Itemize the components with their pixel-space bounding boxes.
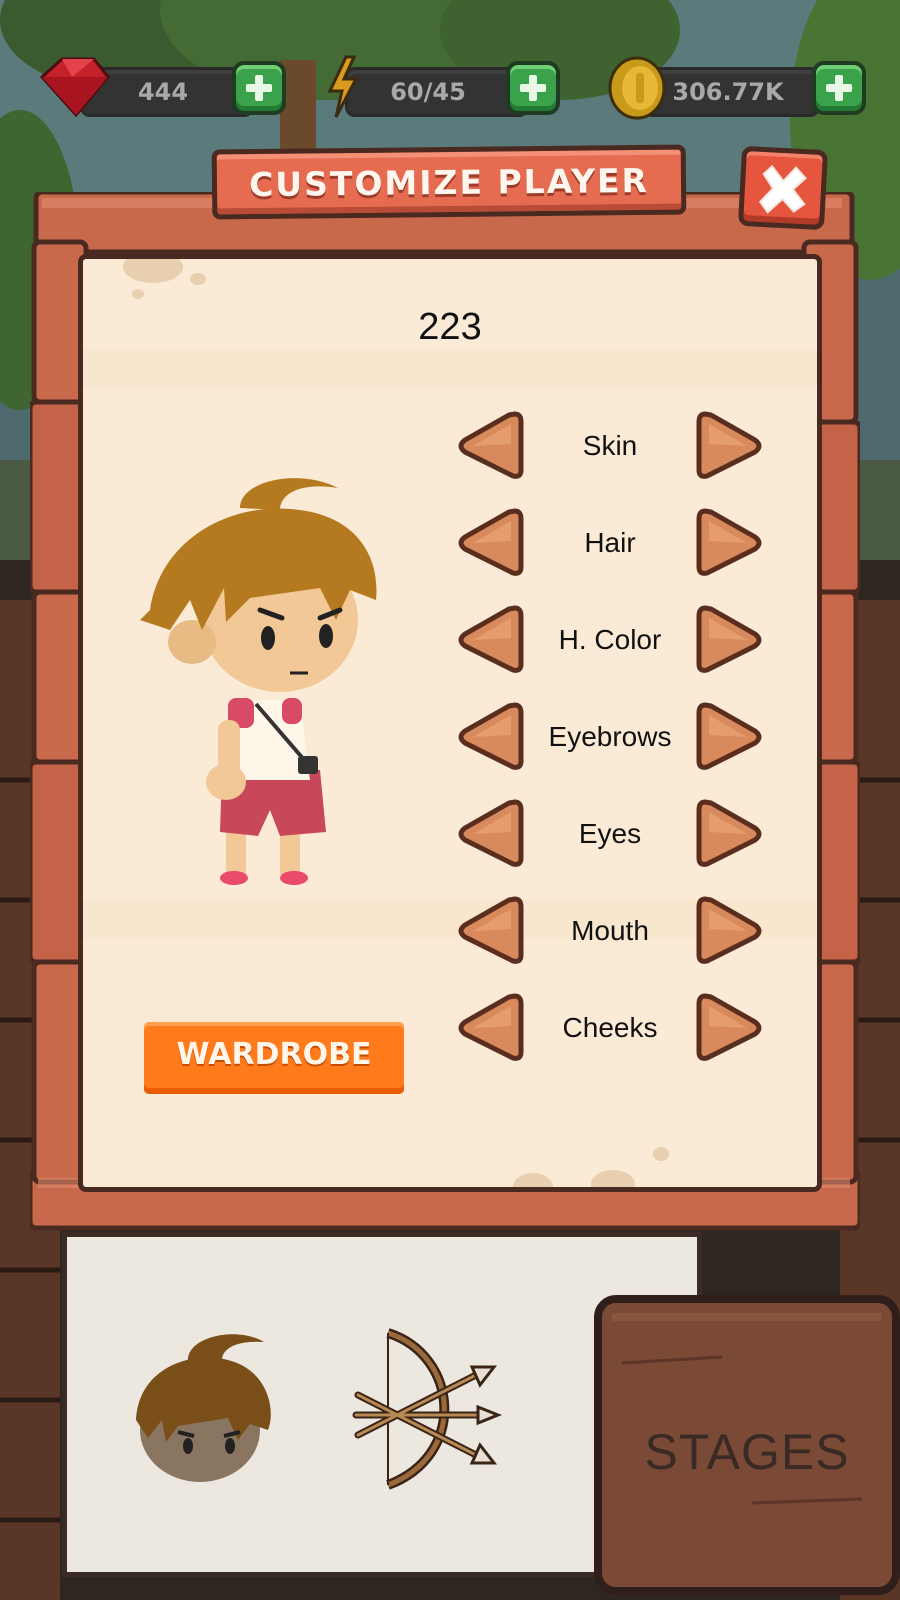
skin-next-button[interactable] (695, 410, 765, 482)
character-head-button[interactable] (118, 1330, 278, 1490)
mouth-next-button[interactable] (695, 895, 765, 967)
hair-label: Hair (584, 527, 636, 558)
option-row-eyebrows: Eyebrows (455, 701, 765, 781)
coins-value: 306.77K (672, 78, 784, 106)
player-score: 223 (418, 306, 482, 348)
cheeks-next-button[interactable] (695, 992, 765, 1064)
hair-color-prev-button[interactable] (455, 604, 525, 676)
wardrobe-button[interactable]: WARDROBE (144, 1022, 404, 1094)
coin-icon (608, 56, 666, 120)
close-icon (758, 164, 807, 214)
bow-arrows-icon[interactable] (348, 1325, 508, 1495)
stages-label: STAGES (644, 1424, 850, 1480)
coins-counter: 306.77K (642, 67, 820, 117)
energy-counter: 60/45 (345, 67, 529, 117)
lightning-icon (327, 55, 359, 118)
stages-button[interactable]: STAGES (594, 1295, 900, 1595)
option-row-hair: Hair (455, 507, 765, 587)
skin-prev-button[interactable] (455, 410, 525, 482)
option-row-eyes: Eyes (455, 798, 765, 878)
option-row-skin: Skin (455, 410, 765, 490)
option-row-mouth: Mouth (455, 895, 765, 975)
close-button[interactable] (737, 145, 829, 231)
wardrobe-label: WARDROBE (176, 1037, 372, 1072)
hair-next-button[interactable] (695, 507, 765, 579)
option-row-cheeks: Cheeks (455, 992, 765, 1072)
eyes-next-button[interactable] (695, 798, 765, 870)
gem-icon (39, 57, 110, 118)
hair-prev-button[interactable] (455, 507, 525, 579)
player-character (140, 478, 377, 885)
title-plank: CUSTOMIZE PLAYER (211, 144, 687, 220)
energy-value: 60/45 (390, 78, 466, 106)
mouth-label: Mouth (571, 915, 649, 946)
dialog-title: CUSTOMIZE PLAYER (248, 160, 650, 205)
cheeks-label: Cheeks (562, 1012, 658, 1043)
eyes-label: Eyes (578, 818, 642, 849)
eyebrows-prev-button[interactable] (455, 701, 525, 773)
mouth-prev-button[interactable] (455, 895, 525, 967)
eyes-prev-button[interactable] (455, 798, 525, 870)
eyebrows-next-button[interactable] (695, 701, 765, 773)
option-row-hair-color: H. Color (455, 604, 765, 684)
hair-color-label: H. Color (558, 624, 662, 655)
skin-label: Skin (582, 430, 638, 461)
currency-bar: 444 60/45 306.77K (0, 55, 900, 125)
gems-value: 444 (137, 78, 189, 106)
add-energy-button[interactable] (506, 61, 560, 115)
add-gems-button[interactable] (232, 61, 286, 115)
hair-color-next-button[interactable] (695, 604, 765, 676)
add-coins-button[interactable] (812, 61, 866, 115)
eyebrows-label: Eyebrows (548, 721, 672, 752)
cheeks-prev-button[interactable] (455, 992, 525, 1064)
